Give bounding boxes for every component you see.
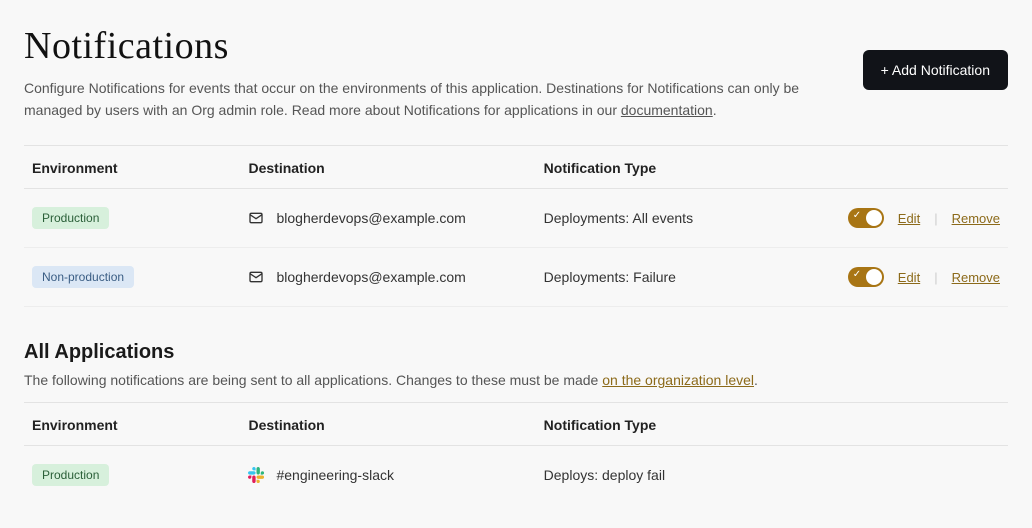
destination-text: #engineering-slack xyxy=(276,467,394,483)
column-header-environment: Environment xyxy=(24,146,240,189)
column-header-type: Notification Type xyxy=(536,146,831,189)
column-header-destination: Destination xyxy=(240,403,535,446)
column-header-environment: Environment xyxy=(24,403,240,446)
all-applications-table: Environment Destination Notification Typ… xyxy=(24,402,1008,504)
edit-link[interactable]: Edit xyxy=(898,270,920,285)
separator: | xyxy=(934,270,937,285)
all-applications-heading: All Applications xyxy=(24,341,1008,364)
email-icon xyxy=(248,210,264,226)
edit-link[interactable]: Edit xyxy=(898,211,920,226)
notifications-table: Environment Destination Notification Typ… xyxy=(24,145,1008,307)
notification-type-text: Deploys: deploy fail xyxy=(536,446,831,505)
email-icon xyxy=(248,269,264,285)
remove-link[interactable]: Remove xyxy=(952,211,1000,226)
separator: | xyxy=(934,211,937,226)
column-header-destination: Destination xyxy=(240,146,535,189)
environment-badge: Production xyxy=(32,207,109,229)
destination-text: blogherdevops@example.com xyxy=(276,269,465,285)
remove-link[interactable]: Remove xyxy=(952,270,1000,285)
table-row: Non-production blogherdevops@example.com xyxy=(24,248,1008,307)
slack-icon xyxy=(248,467,264,483)
page-header: Notifications Configure Notifications fo… xyxy=(24,24,1008,121)
notification-type-text: Deployments: Failure xyxy=(536,248,831,307)
environment-badge: Non-production xyxy=(32,266,134,288)
environment-badge: Production xyxy=(32,464,109,486)
documentation-link[interactable]: documentation xyxy=(621,102,713,118)
enable-toggle[interactable]: ✓ xyxy=(848,267,884,287)
add-notification-button[interactable]: + Add Notification xyxy=(863,50,1008,90)
organization-level-link[interactable]: on the organization level xyxy=(602,372,754,388)
page-title: Notifications xyxy=(24,24,839,68)
notification-type-text: Deployments: All events xyxy=(536,189,831,248)
column-header-type: Notification Type xyxy=(536,403,831,446)
enable-toggle[interactable]: ✓ xyxy=(848,208,884,228)
page-subtitle: Configure Notifications for events that … xyxy=(24,78,839,121)
table-row: Production #engineering-slack xyxy=(24,446,1008,505)
table-row: Production blogherdevops@example.com Dep… xyxy=(24,189,1008,248)
destination-text: blogherdevops@example.com xyxy=(276,210,465,226)
all-applications-subtitle: The following notifications are being se… xyxy=(24,372,1008,388)
